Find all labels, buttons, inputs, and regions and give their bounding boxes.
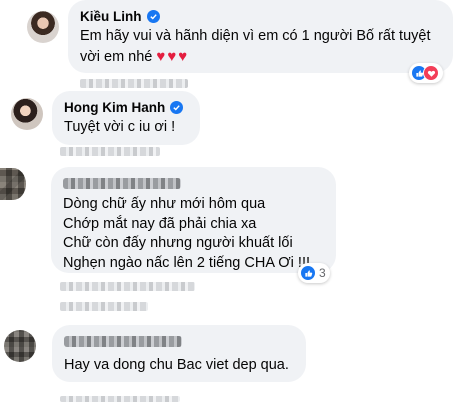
avatar[interactable] [27,11,59,43]
comment-author-redacted[interactable] [63,178,181,189]
comment-actions[interactable] [60,396,180,402]
verified-badge-icon [170,101,184,114]
comment-text: Tuyệt vời c iu ơi ! [64,118,188,138]
comment-bubble: Hay va dong chu Bac viet dep qua. [52,325,306,382]
comment-line: Em hãy vui và hãnh diện vì em có 1 người… [80,28,431,44]
comment-author[interactable]: Hong Kim Hanh [64,100,165,115]
love-icon [423,65,439,81]
comment-line: Dòng chữ ấy như mới hôm qua [63,196,266,212]
comment-line: vời em nhé [80,48,153,65]
comment-text: Hay va dong chu Bac viet dep qua. [64,356,294,376]
reaction-summary[interactable] [409,63,443,83]
reaction-count: 3 [319,266,326,280]
comment-author[interactable]: Kiều Linh [80,9,142,24]
heart-emoji: ♥♥♥ [156,47,190,65]
comment-bubble: Dòng chữ ấy như mới hôm qua Chớp mắt nay… [51,167,336,273]
comment-actions[interactable] [60,282,195,291]
comment-line: Nghẹn ngào nấc lên 2 tiếng CHA Ơi !!! [63,254,311,271]
comment-actions[interactable] [60,147,160,156]
comment-text: Em hãy vui và hãnh diện vì em có 1 người… [80,27,441,67]
comment-bubble: Kiều Linh Em hãy vui và hãnh diện vì em … [68,0,453,73]
comment-line: Chữ còn đấy nhưng người khuất lối [63,235,293,251]
comment-actions[interactable] [80,79,188,88]
comment-text: Dòng chữ ấy như mới hôm qua Chớp mắt nay… [63,195,324,273]
comment-author-redacted[interactable] [64,336,182,347]
reaction-summary[interactable]: 3 [298,263,330,283]
comment-line: Chớp mắt nay đã phải chia xa [63,215,257,232]
view-replies-link[interactable] [60,302,148,311]
avatar[interactable] [0,168,26,200]
verified-badge-icon [146,10,160,23]
comment-bubble: Hong Kim Hanh Tuyệt vời c iu ơi ! [52,91,200,145]
comment-line: Hay va dong chu Bac viet dep qua. [64,357,289,373]
comment-line: Tuyệt vời c iu ơi ! [64,119,176,135]
like-icon [300,265,316,281]
avatar[interactable] [11,98,43,130]
avatar[interactable] [4,330,36,362]
